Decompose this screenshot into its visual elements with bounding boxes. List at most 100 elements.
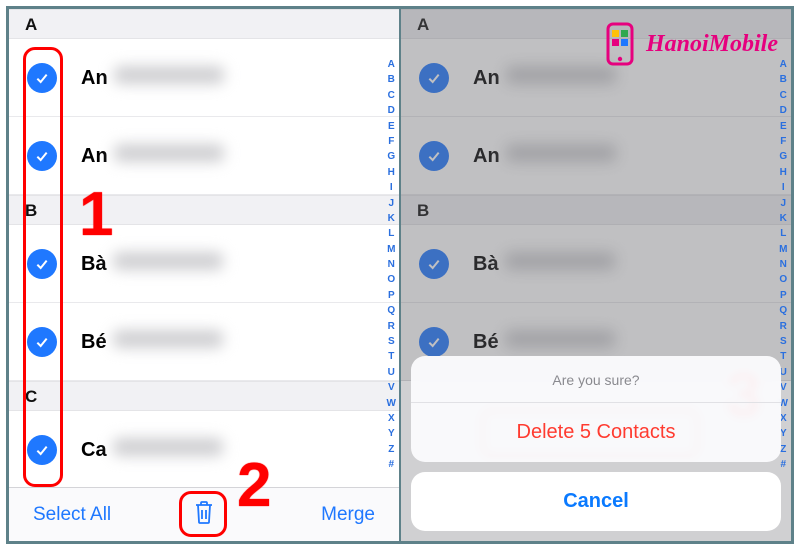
- index-letter[interactable]: Y: [387, 428, 396, 440]
- contact-name-prefix: An: [81, 67, 108, 90]
- index-letter[interactable]: S: [779, 336, 788, 348]
- index-letter[interactable]: I: [779, 182, 788, 194]
- index-letter[interactable]: P: [387, 290, 396, 302]
- index-letter[interactable]: H: [387, 167, 396, 179]
- contact-name-prefix: An: [473, 67, 500, 90]
- index-letter[interactable]: F: [779, 136, 788, 148]
- index-letter[interactable]: B: [387, 74, 396, 86]
- alphabet-index[interactable]: ABCDEFGHIJKLMNOPQRSTUVWXYZ #: [387, 59, 396, 471]
- blurred-text: [113, 252, 223, 270]
- index-letter[interactable]: M: [779, 244, 788, 256]
- blurred-text: [113, 438, 223, 456]
- panel-select-contacts: A An An B Bà Bé C: [9, 9, 401, 541]
- index-letter[interactable]: A: [387, 59, 396, 71]
- index-letter[interactable]: U: [387, 367, 396, 379]
- index-letter[interactable]: Q: [387, 305, 396, 317]
- checkbox-checked-icon[interactable]: [27, 435, 57, 465]
- contact-name-prefix: Bé: [473, 331, 499, 354]
- section-header-a: A: [9, 9, 399, 39]
- index-letter[interactable]: D: [387, 105, 396, 117]
- contact-row[interactable]: An: [9, 117, 399, 195]
- index-letter[interactable]: O: [387, 274, 396, 286]
- checkbox-checked-icon: [419, 141, 449, 171]
- select-all-button[interactable]: Select All: [33, 504, 111, 526]
- merge-button[interactable]: Merge: [321, 504, 375, 526]
- index-letter[interactable]: C: [779, 90, 788, 102]
- index-letter[interactable]: R: [779, 321, 788, 333]
- checkbox-checked-icon[interactable]: [27, 327, 57, 357]
- contact-row[interactable]: Bé: [9, 303, 399, 381]
- index-letter[interactable]: C: [387, 90, 396, 102]
- index-letter[interactable]: J: [779, 198, 788, 210]
- logo-text: HanoiMobile: [646, 31, 778, 58]
- index-letter[interactable]: X: [387, 413, 396, 425]
- index-letter[interactable]: Z: [387, 444, 396, 456]
- bottom-toolbar: Select All Merge: [9, 487, 399, 541]
- delete-button[interactable]: [192, 499, 216, 531]
- index-letter[interactable]: H: [779, 167, 788, 179]
- blurred-text: [505, 252, 615, 270]
- trash-icon: [192, 509, 216, 530]
- section-header-b: B: [401, 195, 791, 225]
- checkbox-checked-icon: [419, 327, 449, 357]
- blurred-text: [114, 144, 224, 162]
- checkbox-checked-icon[interactable]: [27, 63, 57, 93]
- contact-name-prefix: Ca: [81, 439, 107, 462]
- checkbox-checked-icon[interactable]: [27, 141, 57, 171]
- phone-icon: [600, 22, 640, 66]
- contact-row[interactable]: Bà: [9, 225, 399, 303]
- index-letter[interactable]: J: [387, 198, 396, 210]
- contact-name-prefix: An: [81, 145, 108, 168]
- section-header-c: C: [9, 381, 399, 411]
- panel-confirm-delete: A An An B Bà Bé: [401, 9, 791, 541]
- blurred-text: [113, 330, 223, 348]
- sheet-title: Are you sure?: [411, 356, 781, 403]
- index-letter[interactable]: L: [387, 228, 396, 240]
- index-letter[interactable]: E: [779, 121, 788, 133]
- index-letter[interactable]: D: [779, 105, 788, 117]
- index-letter[interactable]: I: [387, 182, 396, 194]
- cancel-button[interactable]: Cancel: [411, 472, 781, 531]
- index-letter[interactable]: T: [387, 351, 396, 363]
- contact-row: Bà: [401, 225, 791, 303]
- index-letter[interactable]: N: [387, 259, 396, 271]
- index-letter[interactable]: N: [779, 259, 788, 271]
- contact-row: An: [401, 117, 791, 195]
- contact-name-prefix: Bà: [81, 253, 107, 276]
- index-letter[interactable]: W: [387, 398, 396, 410]
- checkbox-checked-icon: [419, 249, 449, 279]
- index-letter[interactable]: B: [779, 74, 788, 86]
- index-letter[interactable]: K: [387, 213, 396, 225]
- index-letter[interactable]: K: [779, 213, 788, 225]
- index-letter[interactable]: M: [387, 244, 396, 256]
- action-sheet: Are you sure? Delete 5 Contacts Cancel: [411, 356, 781, 531]
- index-letter[interactable]: E: [387, 121, 396, 133]
- hanoimobile-logo: HanoiMobile: [600, 22, 778, 66]
- blurred-text: [505, 330, 615, 348]
- index-letter[interactable]: G: [387, 151, 396, 163]
- contact-name-prefix: An: [473, 145, 500, 168]
- index-letter[interactable]: S: [387, 336, 396, 348]
- index-letter[interactable]: A: [779, 59, 788, 71]
- contact-name-prefix: Bà: [473, 253, 499, 276]
- index-letter[interactable]: R: [387, 321, 396, 333]
- index-letter[interactable]: G: [779, 151, 788, 163]
- contacts-list: A An An B Bà Bé C: [9, 9, 399, 489]
- checkbox-checked-icon: [419, 63, 449, 93]
- index-letter[interactable]: O: [779, 274, 788, 286]
- contact-row[interactable]: An: [9, 39, 399, 117]
- contact-row[interactable]: Ca: [9, 411, 399, 489]
- delete-contacts-button[interactable]: Delete 5 Contacts: [411, 403, 781, 462]
- section-header-b: B: [9, 195, 399, 225]
- index-letter[interactable]: V: [387, 382, 396, 394]
- contact-name-prefix: Bé: [81, 331, 107, 354]
- blurred-text: [506, 144, 616, 162]
- index-letter[interactable]: F: [387, 136, 396, 148]
- checkbox-checked-icon[interactable]: [27, 249, 57, 279]
- blurred-text: [114, 66, 224, 84]
- index-letter[interactable]: P: [779, 290, 788, 302]
- index-letter[interactable]: L: [779, 228, 788, 240]
- index-letter[interactable]: #: [387, 459, 396, 471]
- index-letter[interactable]: Q: [779, 305, 788, 317]
- blurred-text: [506, 66, 616, 84]
